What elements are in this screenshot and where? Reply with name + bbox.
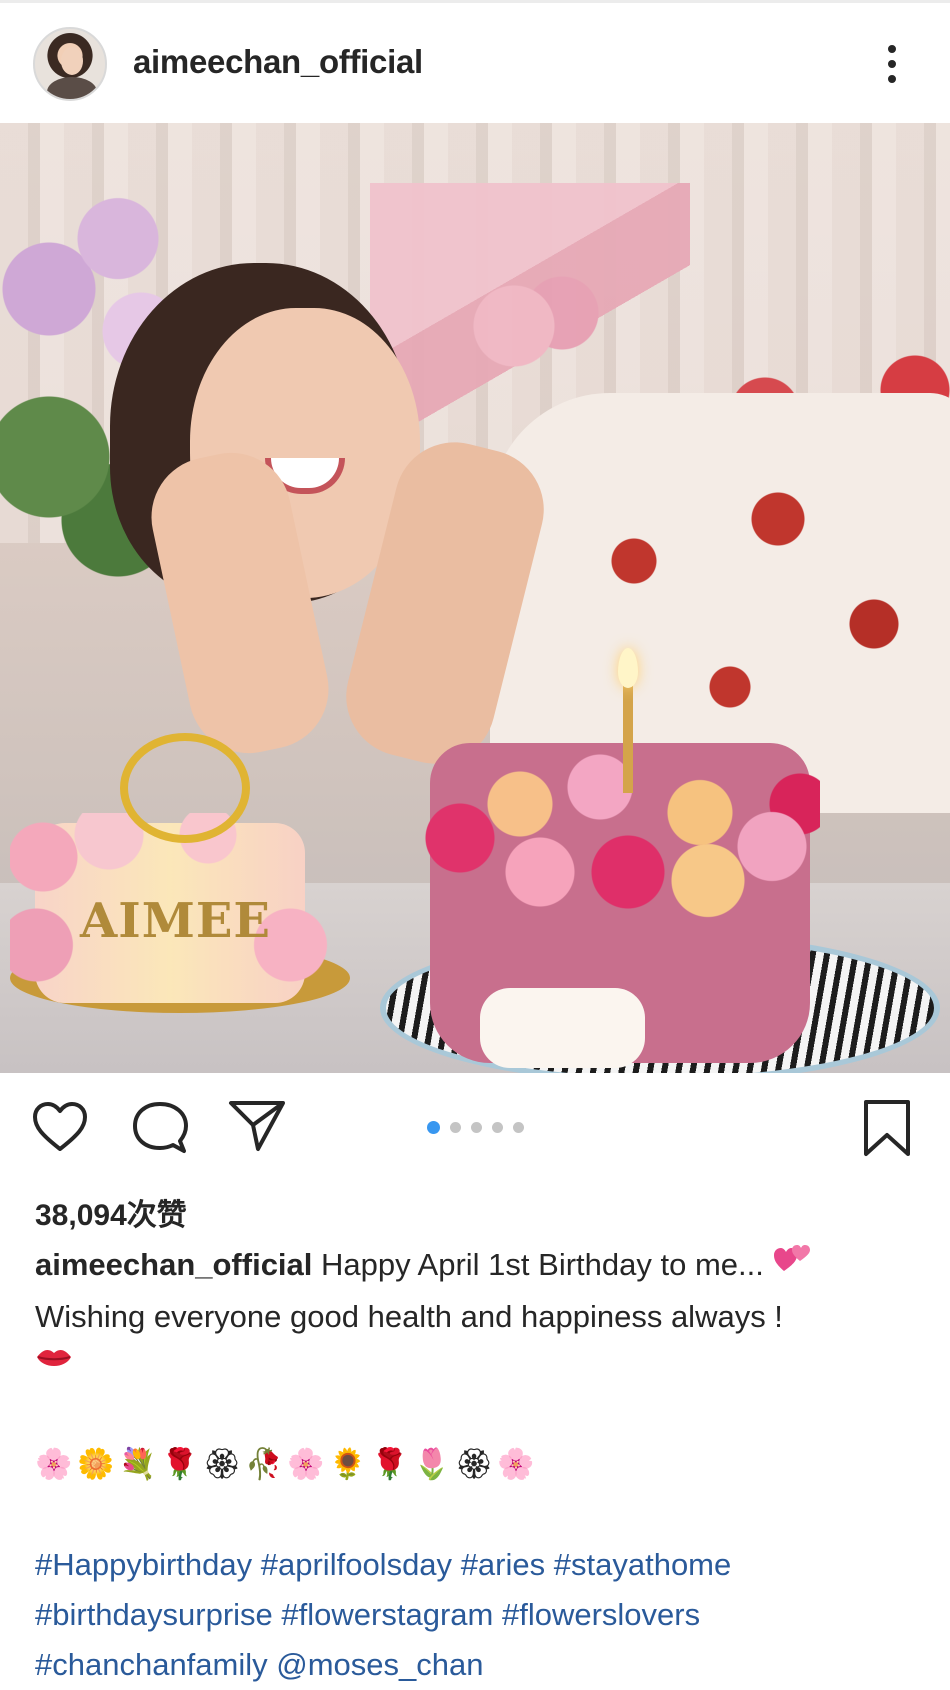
caption-text-line2: Wishing everyone good health and happine… <box>35 1299 783 1335</box>
cake-message-plaque <box>480 988 645 1068</box>
hashtag-link[interactable]: #Happybirthday <box>35 1547 252 1582</box>
avatar-shoulders <box>47 77 97 99</box>
hashtag-link[interactable]: #aries <box>461 1547 545 1582</box>
candle <box>623 683 633 793</box>
cake-topper <box>120 733 250 843</box>
carousel-dot <box>513 1122 524 1133</box>
post-photo[interactable]: AIMEE <box>0 123 950 1073</box>
hashtags: #Happybirthday #aprilfoolsday #aries #st… <box>35 1540 935 1690</box>
photo-cake-right <box>380 643 950 1073</box>
more-vertical-icon[interactable] <box>872 41 912 87</box>
heart-icon[interactable] <box>32 1101 88 1153</box>
avatar[interactable] <box>33 27 107 101</box>
carousel-dot-active <box>427 1121 440 1134</box>
rosette-icon: 🏵 <box>202 1448 242 1481</box>
rosette-icon: 🏵 <box>454 1448 494 1481</box>
cherry-blossom-icon: 🌸 <box>287 1448 325 1481</box>
bouquet-icon: 💐 <box>119 1448 157 1481</box>
candle-flame <box>618 648 638 688</box>
more-dot <box>888 45 896 53</box>
action-bar <box>0 1073 950 1183</box>
caption-username[interactable]: aimeechan_official <box>35 1247 312 1282</box>
avatar-face <box>61 47 83 75</box>
wilted-flower-icon: 🥀 <box>245 1448 283 1481</box>
hashtag-link[interactable]: #birthdaysurprise <box>35 1597 273 1632</box>
cherry-blossom-icon: 🌸 <box>497 1448 535 1481</box>
carousel-dot <box>492 1122 503 1133</box>
blossom-icon: 🌼 <box>77 1448 115 1481</box>
hashtag-link[interactable]: #flowerslovers <box>502 1597 700 1632</box>
more-dot <box>888 75 896 83</box>
bookmark-icon[interactable] <box>862 1099 912 1157</box>
cake-rose-topping <box>420 753 820 923</box>
more-dot <box>888 60 896 68</box>
mention-link[interactable]: @moses_chan <box>276 1647 483 1682</box>
rose-icon: 🌹 <box>161 1448 199 1481</box>
carousel-dot <box>471 1122 482 1133</box>
hashtag-link[interactable]: #chanchanfamily <box>35 1647 268 1682</box>
emoji-row: 🌸 🌼 💐 🌹 🏵 🥀 🌸 🌻 🌹 🌷 🏵 🌸 <box>35 1446 535 1484</box>
comment-icon[interactable] <box>132 1101 188 1155</box>
hashtag-link[interactable]: #stayathome <box>554 1547 732 1582</box>
cake-name-text: AIMEE <box>80 893 271 949</box>
hashtag-link[interactable]: #aprilfoolsday <box>261 1547 452 1582</box>
username[interactable]: aimeechan_official <box>133 43 423 81</box>
likes-count[interactable]: 38,094次赞 <box>35 1190 187 1234</box>
rose-icon: 🌹 <box>371 1448 409 1481</box>
paper-plane-icon[interactable] <box>228 1099 286 1153</box>
hashtag-link[interactable]: #flowerstagram <box>281 1597 493 1632</box>
caption: aimeechan_official Happy April 1st Birth… <box>35 1240 925 1342</box>
two-hearts-icon <box>772 1241 812 1292</box>
caption-text-line1: Happy April 1st Birthday to me... <box>321 1247 773 1282</box>
sunflower-icon: 🌻 <box>329 1448 367 1481</box>
cherry-blossom-icon: 🌸 <box>35 1448 73 1481</box>
post-header: aimeechan_official <box>0 3 950 123</box>
carousel-indicator <box>427 1121 524 1134</box>
photo-cake-left: AIMEE <box>10 733 350 1043</box>
kiss-mark-icon <box>35 1345 73 1373</box>
carousel-dot <box>450 1122 461 1133</box>
tulip-icon: 🌷 <box>413 1448 451 1481</box>
